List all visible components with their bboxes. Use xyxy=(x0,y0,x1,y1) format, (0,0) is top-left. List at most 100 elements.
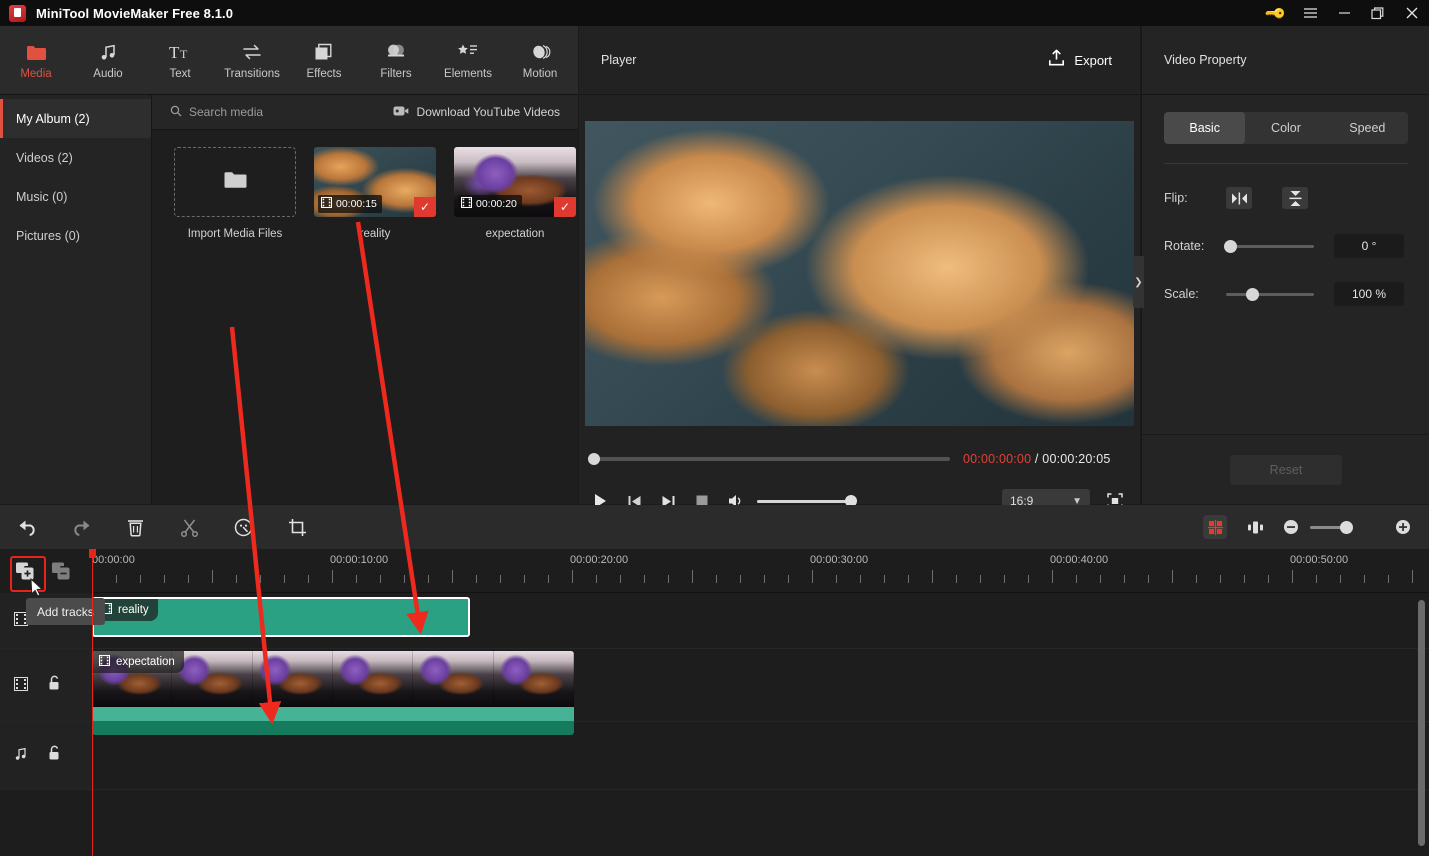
timeline-scrollbar[interactable] xyxy=(1418,598,1425,850)
tab-speed[interactable]: Speed xyxy=(1327,112,1408,144)
video-preview[interactable] xyxy=(585,121,1134,426)
maximize-icon[interactable] xyxy=(1361,0,1395,26)
chevron-right-icon[interactable]: ❯ xyxy=(1133,256,1144,308)
media-panel: Search media Download YouTube Videos Imp… xyxy=(152,95,578,504)
redo-button[interactable] xyxy=(54,505,108,549)
sidebar-item-music[interactable]: Music (0) xyxy=(0,177,151,216)
split-button[interactable] xyxy=(162,505,216,549)
hamburger-menu-icon[interactable] xyxy=(1293,0,1327,26)
undo-button[interactable] xyxy=(0,505,54,549)
rotate-value[interactable]: 0 ° xyxy=(1334,234,1404,258)
ruler-tick-minor xyxy=(764,575,765,583)
scrollbar-thumb[interactable] xyxy=(1418,600,1425,846)
sidebar-item-videos[interactable]: Videos (2) xyxy=(0,138,151,177)
track-row-video-2: expectation xyxy=(0,649,1429,735)
tab-basic[interactable]: Basic xyxy=(1164,112,1246,144)
import-media-button[interactable] xyxy=(174,147,296,217)
download-youtube-label: Download YouTube Videos xyxy=(416,105,560,119)
ruler-tick-minor xyxy=(404,575,405,583)
minimize-icon[interactable] xyxy=(1327,0,1361,26)
zoom-slider[interactable] xyxy=(1310,520,1384,534)
ruler-tick-major xyxy=(932,570,933,583)
player-seek-slider[interactable] xyxy=(588,453,950,465)
video-property-panel: ❯ Video Property Basic Color Speed Flip: xyxy=(1133,26,1429,504)
scale-label: Scale: xyxy=(1164,287,1199,301)
volume-slider[interactable] xyxy=(757,495,857,507)
unlock-icon[interactable] xyxy=(48,675,61,696)
reset-button[interactable]: Reset xyxy=(1230,454,1342,485)
player-panel: Player Export 00:00:00:00 / 00:00:20:05 xyxy=(579,26,1140,513)
download-youtube-button[interactable]: Download YouTube Videos xyxy=(393,105,560,120)
add-tracks-icon[interactable] xyxy=(14,560,36,582)
ruler-tick-minor xyxy=(788,575,789,583)
title-bar: MiniTool MovieMaker Free 8.1.0 🔑 xyxy=(0,0,1429,26)
media-thumbnail[interactable]: 00:00:15 ✓ xyxy=(314,147,436,217)
seek-handle[interactable] xyxy=(588,453,600,465)
sidebar-item-pictures[interactable]: Pictures (0) xyxy=(0,216,151,255)
ruler-tick-minor xyxy=(1244,575,1245,583)
track-header xyxy=(0,722,92,789)
ruler-tick-minor xyxy=(308,575,309,583)
add-tracks-tooltip: Add tracks xyxy=(26,598,105,625)
menu-item-text[interactable]: TT Text xyxy=(144,26,216,95)
scale-slider[interactable] xyxy=(1226,287,1314,301)
timeline-body: reality expectation xyxy=(0,593,1429,856)
check-icon[interactable]: ✓ xyxy=(554,197,576,217)
check-icon[interactable]: ✓ xyxy=(414,197,436,217)
speed-button[interactable] xyxy=(216,505,270,549)
duration-text: 00:00:15 xyxy=(336,198,377,210)
rotate-handle[interactable] xyxy=(1224,239,1237,253)
ruler-tick-minor xyxy=(500,575,501,583)
media-thumbnail[interactable]: 00:00:20 ✓ xyxy=(454,147,576,217)
fit-to-timeline-icon[interactable] xyxy=(1243,515,1267,539)
scale-handle[interactable] xyxy=(1246,287,1259,301)
menu-item-filters[interactable]: Filters xyxy=(360,26,432,95)
ruler-tick-major xyxy=(692,570,693,583)
track-lane[interactable] xyxy=(92,722,1429,789)
key-icon[interactable]: 🔑 xyxy=(1259,0,1293,26)
media-item-label: reality xyxy=(359,228,391,240)
timeline-clip-reality[interactable]: reality xyxy=(92,597,470,637)
delete-button[interactable] xyxy=(108,505,162,549)
current-time: 00:00:00:00 xyxy=(963,452,1032,466)
sidebar-item-my-album[interactable]: My Album (2) xyxy=(0,99,151,138)
menu-item-elements[interactable]: Elements xyxy=(432,26,504,95)
rotate-slider[interactable] xyxy=(1224,239,1314,253)
tab-color[interactable]: Color xyxy=(1245,112,1326,144)
duration-badge: 00:00:15 xyxy=(318,195,382,213)
remove-tracks-icon[interactable] xyxy=(50,560,72,582)
timeline-right-tools xyxy=(1203,515,1415,539)
ruler-tick-minor xyxy=(1268,575,1269,583)
zoom-out-icon[interactable] xyxy=(1279,515,1303,539)
export-button[interactable]: Export xyxy=(1048,49,1112,72)
menu-item-media[interactable]: Media xyxy=(0,26,72,95)
keyframe-icon[interactable] xyxy=(1203,515,1227,539)
scale-value[interactable]: 100 % xyxy=(1334,282,1404,306)
close-icon[interactable] xyxy=(1395,0,1429,26)
player-time: 00:00:00:00 / 00:00:20:05 xyxy=(963,452,1111,466)
ruler-tick-minor xyxy=(1028,575,1029,583)
flip-vertical-icon[interactable] xyxy=(1282,187,1308,209)
track-lane[interactable]: expectation xyxy=(92,649,1429,735)
svg-text:T: T xyxy=(169,43,180,61)
menu-item-effects[interactable]: Effects xyxy=(288,26,360,95)
track-lane[interactable]: reality xyxy=(92,593,1429,648)
menu-item-transitions[interactable]: Transitions xyxy=(216,26,288,95)
clip-label: expectation xyxy=(92,651,184,673)
unlock-icon[interactable] xyxy=(48,745,61,766)
flip-horizontal-icon[interactable] xyxy=(1226,187,1252,209)
reset-label: Reset xyxy=(1269,462,1303,477)
track-lane[interactable] xyxy=(92,790,1429,856)
search-input[interactable]: Search media xyxy=(170,105,263,120)
ruler-tick-minor xyxy=(836,575,837,583)
tab-label: Color xyxy=(1271,121,1301,135)
player-title: Player xyxy=(601,53,637,67)
crop-button[interactable] xyxy=(270,505,324,549)
timeline-ruler[interactable]: 00:00:00 00:00:10:00 00:00:20:00 00:00:3… xyxy=(92,549,1429,593)
zoom-handle[interactable] xyxy=(1340,520,1353,534)
zoom-in-icon[interactable] xyxy=(1391,515,1415,539)
flip-row: Flip: xyxy=(1164,181,1407,215)
ruler-tick-minor xyxy=(356,575,357,583)
menu-item-motion[interactable]: Motion xyxy=(504,26,576,95)
menu-item-audio[interactable]: Audio xyxy=(72,26,144,95)
